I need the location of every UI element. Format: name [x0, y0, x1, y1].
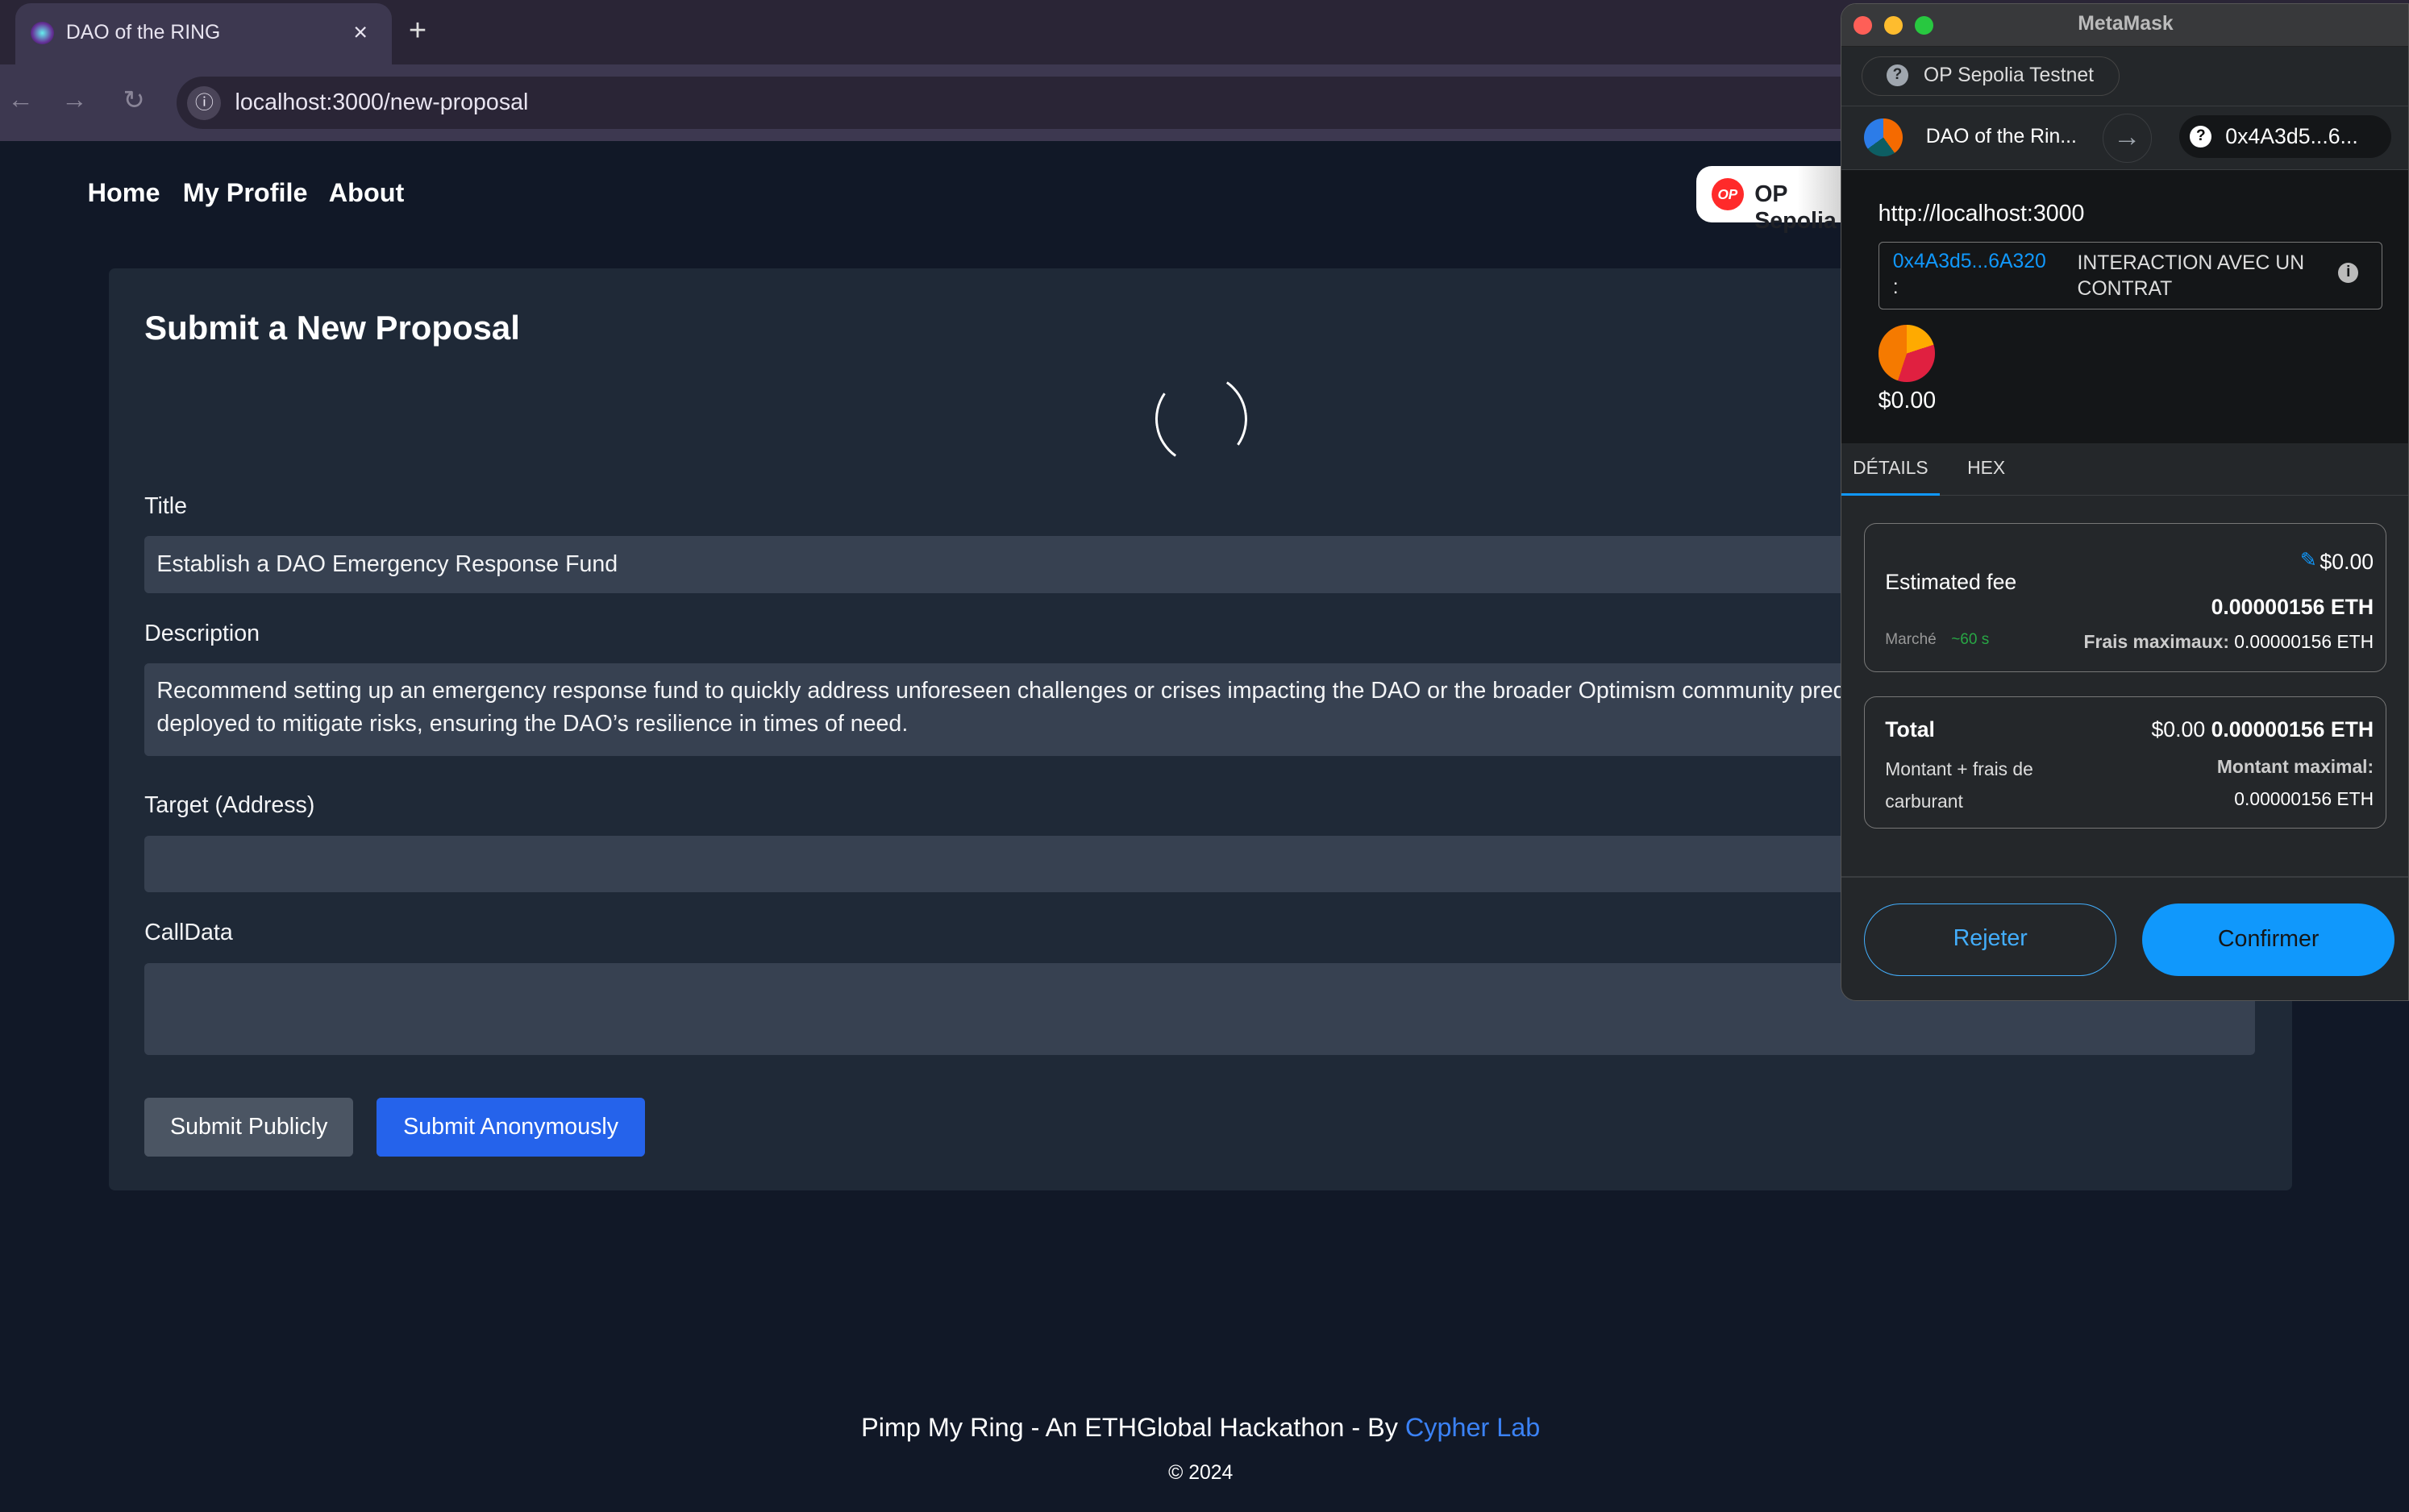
favicon-icon — [31, 21, 54, 45]
unknown-address-icon: ? — [2190, 126, 2212, 147]
total-eth: 0.00000156 ETH — [2211, 717, 2374, 741]
mm-title: MetaMask — [2078, 13, 2174, 35]
description-label: Description — [144, 620, 260, 646]
market-label: Marché — [1885, 631, 1937, 649]
edit-pencil-icon[interactable]: ✎ — [2300, 548, 2317, 572]
total-sub-label: Montant + frais de carburant — [1885, 758, 2033, 812]
arrow-right-icon: → — [2102, 114, 2152, 164]
close-tab-icon[interactable]: × — [353, 19, 368, 47]
reject-button[interactable]: Rejeter — [1864, 903, 2116, 977]
mm-from-to-row: DAO of the Rin... → ? 0x4A3d5...6... — [1841, 105, 2408, 170]
mm-interaction-label: INTERACTION AVEC UN CONTRAT — [2077, 251, 2305, 301]
fee-usd: $0.00 — [2320, 550, 2374, 575]
token-avatar-icon — [1878, 325, 1936, 382]
site-info-icon[interactable]: ⓘ — [187, 85, 222, 120]
mm-contract-address[interactable]: 0x4A3d5...6A320 — [1893, 251, 2046, 273]
max-amount: 0.00000156 ETH — [2234, 787, 2374, 809]
mm-network-pill[interactable]: ? OP Sepolia Testnet — [1861, 56, 2120, 97]
confirm-button[interactable]: Confirmer — [2142, 903, 2394, 977]
metamask-window: MetaMask ? OP Sepolia Testnet DAO of the… — [1840, 2, 2409, 1002]
target-label: Target (Address) — [144, 792, 315, 819]
url-text: localhost:3000/new-proposal — [235, 89, 529, 115]
cypher-lab-link[interactable]: Cypher Lab — [1405, 1413, 1540, 1442]
tab-hex[interactable]: HEX — [1967, 443, 2005, 492]
max-fee-label: Frais maximaux: — [2083, 631, 2229, 653]
total-usd: $0.00 — [2151, 717, 2206, 741]
mm-fee-box: Estimated fee ✎ $0.00 0.00000156 ETH Mar… — [1864, 522, 2387, 672]
submit-anonymously-button[interactable]: Submit Anonymously — [376, 1098, 646, 1157]
mm-from-account[interactable]: DAO of the Rin... — [1926, 126, 2077, 148]
info-icon[interactable]: i — [2338, 262, 2359, 283]
footer-credit: Pimp My Ring - An ETHGlobal Hackathon - … — [861, 1413, 1405, 1443]
mm-amount: $0.00 — [1878, 388, 1937, 414]
nav-my-profile[interactable]: My Profile — [183, 178, 308, 208]
max-fee: 0.00000156 ETH — [2234, 631, 2374, 653]
mm-recipient: 0x4A3d5...6... — [2225, 124, 2358, 149]
market-time: ~60 s — [1951, 631, 1990, 649]
mm-tabs: DÉTAILS HEX — [1841, 443, 2408, 496]
sender-avatar-icon — [1864, 118, 1903, 157]
browser-tab[interactable]: DAO of the RING × — [15, 2, 392, 65]
mm-title-bar: MetaMask — [1841, 3, 2408, 48]
divider — [1841, 876, 2408, 879]
mm-total-box: Total $0.00 0.00000156 ETH Montant + fra… — [1864, 696, 2387, 829]
nav-home[interactable]: Home — [88, 178, 160, 208]
mm-recipient-pill[interactable]: ? 0x4A3d5...6... — [2179, 114, 2392, 159]
network-button[interactable]: OP OP Sepolia — [1695, 165, 1866, 234]
url-bar[interactable]: ⓘ localhost:3000/new-proposal — [177, 77, 1867, 130]
mm-network-label: OP Sepolia Testnet — [1923, 64, 2095, 87]
calldata-label: CallData — [144, 920, 233, 946]
op-logo-icon: OP — [1711, 178, 1744, 211]
unknown-network-icon: ? — [1887, 64, 1908, 86]
nav-about[interactable]: About — [329, 178, 405, 208]
max-fee-row: Frais maximaux: 0.00000156 ETH — [2084, 631, 2374, 653]
total-values: $0.00 0.00000156 ETH — [2151, 717, 2374, 742]
forward-icon[interactable]: → — [61, 85, 87, 114]
copyright: © 2024 — [1168, 1462, 1234, 1485]
total-label: Total — [1885, 717, 1935, 741]
submit-publicly-button[interactable]: Submit Publicly — [144, 1098, 354, 1157]
mm-contract-colon: : — [1892, 276, 1899, 299]
max-amount-label: Montant maximal: — [2216, 755, 2374, 777]
mm-origin: http://localhost:3000 — [1878, 200, 2085, 226]
page-title: Submit a New Proposal — [144, 309, 520, 347]
tab-details[interactable]: DÉTAILS — [1841, 443, 1940, 496]
mm-contract-box: 0x4A3d5...6A320 : INTERACTION AVEC UN CO… — [1878, 242, 2382, 309]
back-icon[interactable]: ← — [8, 85, 34, 114]
fee-eth: 0.00000156 ETH — [2211, 594, 2374, 619]
new-tab-icon[interactable]: + — [409, 14, 426, 48]
reload-icon[interactable]: ↻ — [123, 85, 144, 115]
footer-text: Pimp My Ring - An ETHGlobal Hackathon - … — [0, 1413, 2401, 1443]
fee-label: Estimated fee — [1885, 570, 2017, 595]
tab-title: DAO of the RING — [65, 21, 221, 44]
title-label: Title — [144, 492, 188, 519]
loading-spinner-icon — [1147, 365, 1255, 473]
mm-summary: http://localhost:3000 0x4A3d5...6A320 : … — [1841, 169, 2408, 443]
